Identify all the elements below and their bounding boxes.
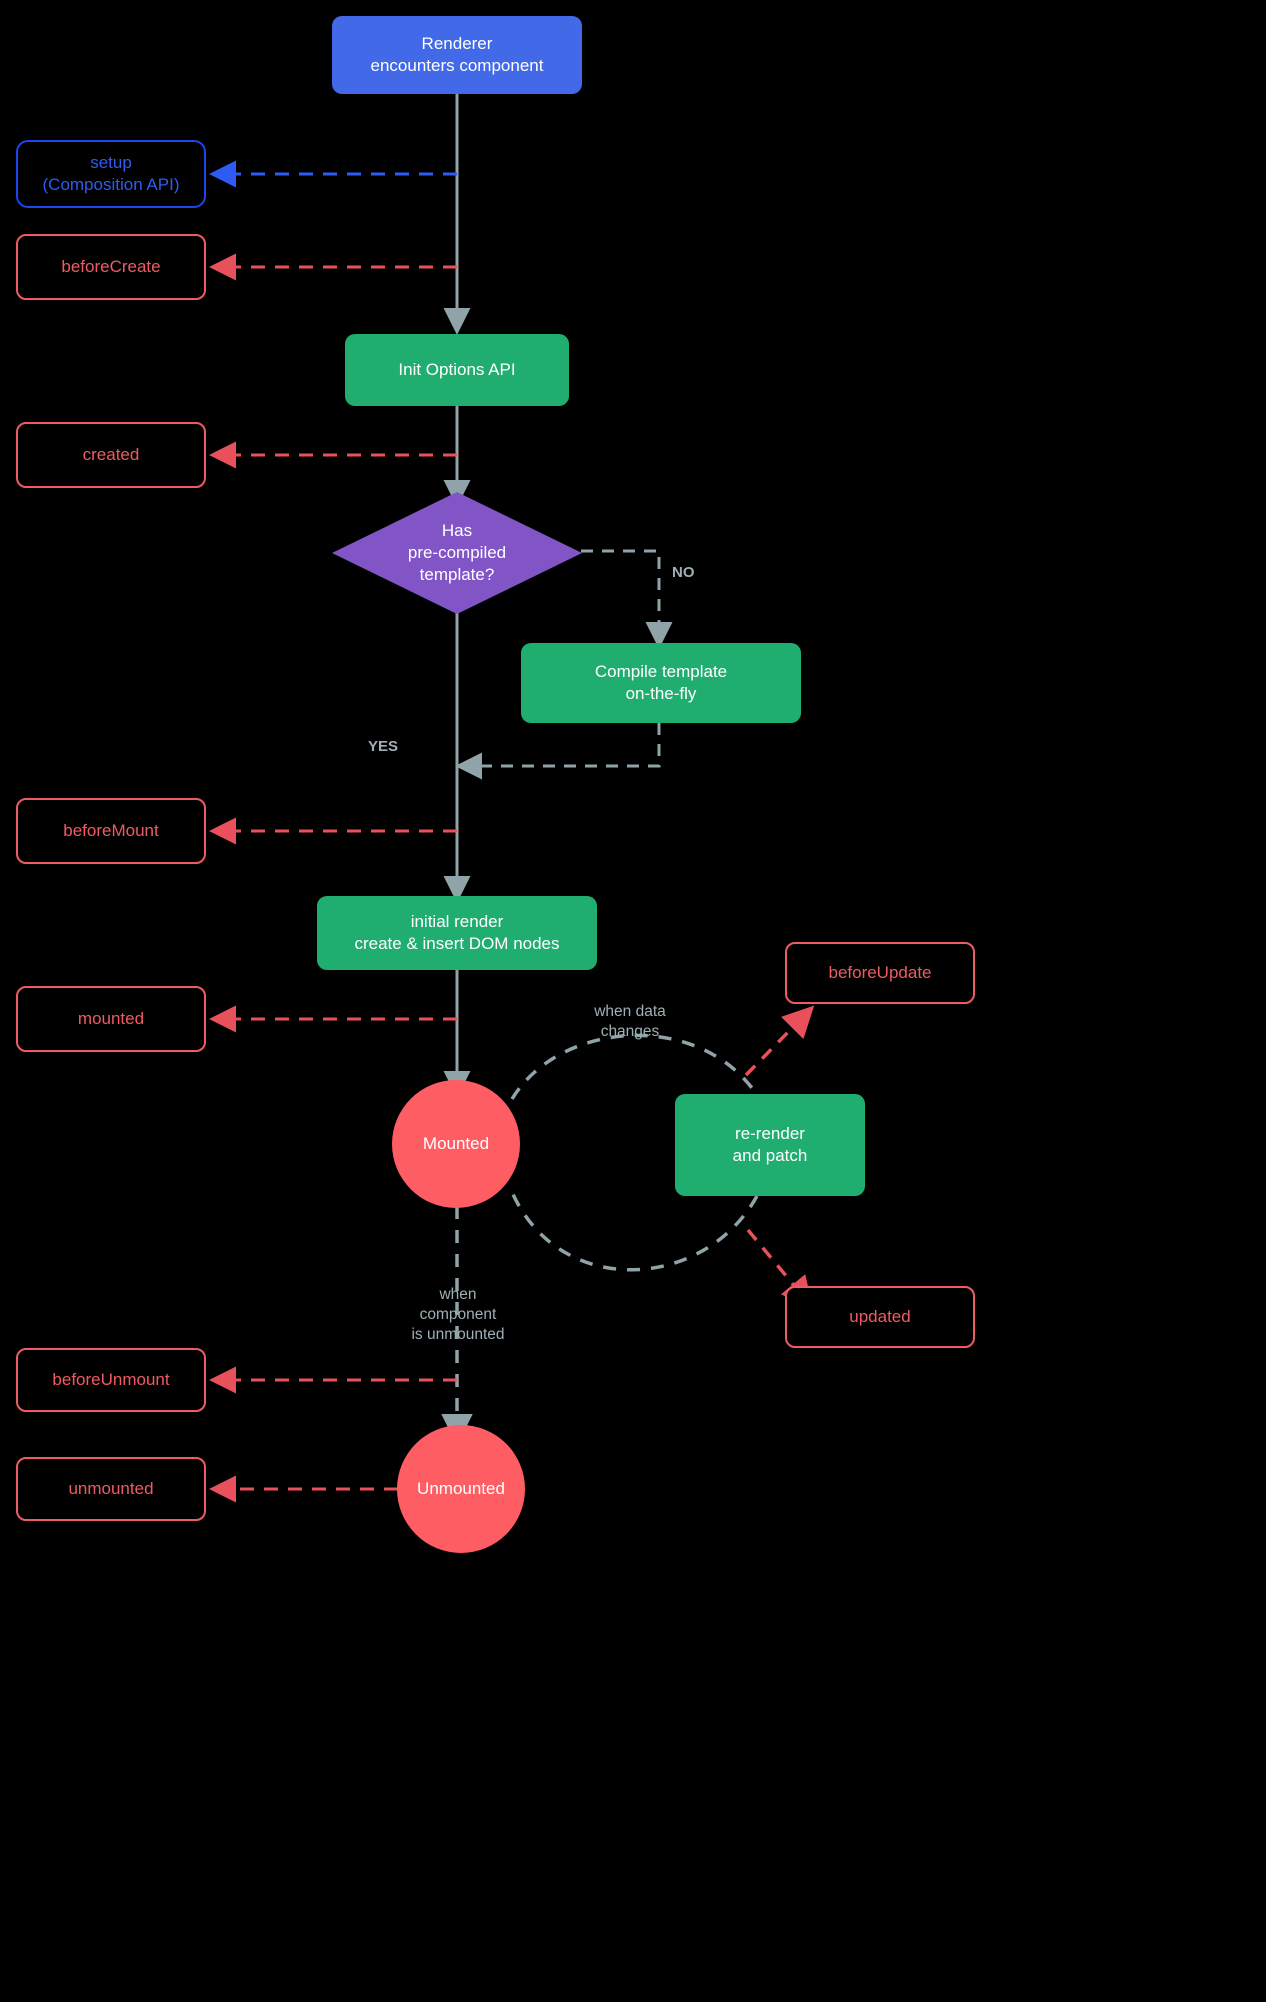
edge-when-data-changes (510, 1033, 759, 1100)
node-before-create[interactable]: beforeCreate (16, 234, 206, 300)
edge-rerender-back-to-mounted (510, 1191, 759, 1272)
edge-label-when-unmounted-text: when component is unmounted (411, 1286, 505, 1344)
node-before-mount[interactable]: beforeMount (16, 798, 206, 864)
node-compile-template[interactable]: Compile template on-the-fly (521, 643, 801, 723)
node-before-create-label: beforeCreate (61, 257, 161, 277)
node-before-update[interactable]: beforeUpdate (785, 942, 975, 1004)
edge-to-before-update (744, 1005, 815, 1077)
node-setup[interactable]: setup (Composition API) (16, 140, 206, 208)
node-unmounted-state[interactable]: Unmounted (397, 1425, 525, 1553)
edge-label-no: NO (672, 543, 695, 582)
node-re-render[interactable]: re-render and patch (675, 1094, 865, 1196)
node-compile-template-label: Compile template on-the-fly (594, 662, 728, 703)
node-has-precompiled-template[interactable]: Has pre-compiled template? (332, 492, 582, 614)
edge-label-when-data-changes-text: when data changes (594, 1003, 666, 1041)
node-mounted-hook[interactable]: mounted (16, 986, 206, 1052)
edge-no-to-compile (581, 549, 673, 649)
node-before-unmount-label: beforeUnmount (52, 1370, 170, 1390)
edge-label-no-text: NO (672, 563, 695, 581)
node-re-render-label: re-render and patch (732, 1124, 808, 1165)
node-before-update-label: beforeUpdate (828, 963, 932, 983)
node-init-options[interactable]: Init Options API (345, 334, 569, 406)
node-mounted-hook-label: mounted (77, 1009, 145, 1029)
node-initial-render-label: initial render create & insert DOM nodes (354, 912, 560, 953)
node-mounted-state[interactable]: Mounted (392, 1080, 520, 1208)
node-renderer-label: Renderer encounters component (370, 34, 544, 75)
node-created[interactable]: created (16, 422, 206, 488)
edge-label-when-data-changes: when data changes (575, 982, 685, 1042)
lifecycle-diagram: Renderer encounters component setup (Com… (0, 0, 1266, 2002)
edge-label-yes: YES (368, 717, 398, 756)
node-unmounted-hook[interactable]: unmounted (16, 1457, 206, 1521)
node-before-unmount[interactable]: beforeUnmount (16, 1348, 206, 1412)
node-renderer[interactable]: Renderer encounters component (332, 16, 582, 94)
node-before-mount-label: beforeMount (63, 821, 159, 841)
node-created-label: created (82, 445, 140, 465)
node-updated-label: updated (849, 1307, 911, 1327)
node-has-precompiled-template-label: Has pre-compiled template? (407, 521, 507, 584)
node-init-options-label: Init Options API (398, 360, 516, 380)
node-mounted-state-label: Mounted (422, 1134, 490, 1154)
node-updated[interactable]: updated (785, 1286, 975, 1348)
edge-compile-back-to-spine (455, 723, 661, 780)
node-unmounted-hook-label: unmounted (68, 1479, 154, 1499)
node-initial-render[interactable]: initial render create & insert DOM nodes (317, 896, 597, 970)
edge-label-when-unmounted: when component is unmounted (378, 1265, 538, 1346)
node-unmounted-state-label: Unmounted (417, 1479, 505, 1499)
node-setup-label: setup (Composition API) (42, 153, 180, 194)
edge-label-yes-text: YES (368, 737, 399, 755)
